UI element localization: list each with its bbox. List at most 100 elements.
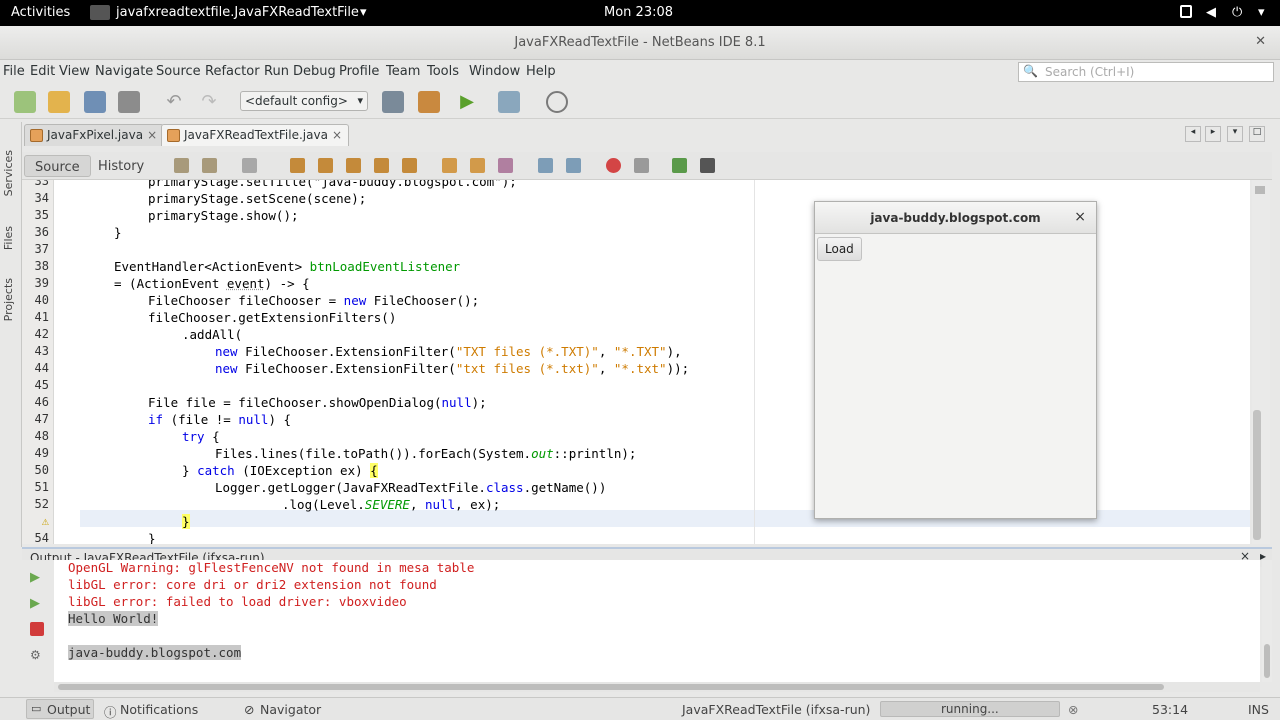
scroll-thumb[interactable] <box>1264 644 1270 678</box>
output-line: java-buddy.blogspot.com <box>68 645 242 660</box>
output-side-toolbar: ▶ ▶ ⚙ <box>22 560 54 682</box>
code-line: = (ActionEvent event) -> { <box>114 276 310 291</box>
menu-navigate[interactable]: Navigate <box>95 64 153 79</box>
find-icon[interactable] <box>290 158 305 173</box>
clean-build-icon[interactable] <box>418 91 440 113</box>
menu-edit[interactable]: Edit <box>30 64 55 79</box>
find-next-icon[interactable] <box>346 158 361 173</box>
new-project-icon[interactable] <box>48 91 70 113</box>
projects-tab[interactable]: Projects <box>2 278 15 321</box>
line-number: 47 <box>34 412 49 426</box>
notifications-tab[interactable]: Notifications <box>120 702 198 717</box>
menu-source[interactable]: Source <box>156 64 201 79</box>
running-task[interactable]: JavaFXReadTextFile (ifxsa-run) <box>682 702 870 717</box>
navigator-tab[interactable]: Navigator <box>260 702 321 717</box>
scroll-left-icon[interactable]: ◂ <box>1185 126 1201 142</box>
scroll-thumb[interactable] <box>1253 410 1261 540</box>
start-macro-icon[interactable] <box>606 158 621 173</box>
output-vertical-scrollbar[interactable] <box>1262 560 1272 682</box>
menu-file[interactable]: File <box>3 64 25 79</box>
progress-bar: running... <box>880 701 1060 717</box>
menu-view[interactable]: View <box>59 64 90 79</box>
code-line: } <box>148 531 156 544</box>
last-edit-icon[interactable] <box>174 158 189 173</box>
search-input[interactable]: Search (Ctrl+I) <box>1045 65 1134 79</box>
close-icon[interactable]: × <box>1074 209 1086 225</box>
build-icon[interactable] <box>382 91 404 113</box>
menu-debug[interactable]: Debug <box>293 64 336 79</box>
tab-javafxpixel[interactable]: JavaFxPixel.java × <box>24 124 165 146</box>
toggle-bookmark-icon[interactable] <box>498 158 513 173</box>
window-title: JavaFXReadTextFile - NetBeans IDE 8.1 <box>514 35 766 50</box>
stop-icon[interactable] <box>30 622 44 636</box>
menu-window[interactable]: Window <box>469 64 520 79</box>
menu-team[interactable]: Team <box>386 64 420 79</box>
redo-icon[interactable]: ↷ <box>198 91 220 113</box>
stop-macro-icon[interactable] <box>634 158 649 173</box>
output-console[interactable]: OpenGL Warning: glFlestFenceNV not found… <box>54 560 1260 682</box>
source-tab[interactable]: Source <box>24 155 91 177</box>
tab-javafxreadtextfile[interactable]: JavaFXReadTextFile.java × <box>161 124 349 146</box>
shift-right-icon[interactable] <box>566 158 581 173</box>
history-tab[interactable]: History <box>88 155 154 177</box>
next-bookmark-icon[interactable] <box>470 158 485 173</box>
javafx-app-window: java-buddy.blogspot.com × Load <box>814 201 1097 519</box>
menu-run[interactable]: Run <box>264 64 289 79</box>
close-icon[interactable]: × <box>147 128 157 142</box>
scroll-thumb[interactable] <box>58 684 1164 690</box>
load-button[interactable]: Load <box>817 237 862 261</box>
code-line: primaryStage.show(); <box>148 208 299 223</box>
code-line: fileChooser.getExtensionFilters() <box>148 310 397 325</box>
app-menu[interactable]: javafxreadtextfile.JavaFXReadTextFile <box>116 5 359 20</box>
back-icon[interactable] <box>202 158 217 173</box>
config-select[interactable]: <default config> ▾ <box>240 91 368 111</box>
toggle-rect-select-icon[interactable] <box>402 158 417 173</box>
prev-bookmark-icon[interactable] <box>442 158 457 173</box>
right-margin-line <box>754 180 755 544</box>
settings-icon[interactable]: ⚙ <box>30 648 41 662</box>
line-number: 49 <box>34 446 49 460</box>
code-line: new FileChooser.ExtensionFilter("TXT fil… <box>215 344 682 359</box>
screen-icon[interactable] <box>1180 5 1192 18</box>
config-value: <default config> <box>245 94 348 108</box>
close-icon[interactable]: ✕ <box>1255 34 1266 49</box>
volume-icon[interactable]: ◀ <box>1206 5 1216 20</box>
run-icon[interactable]: ▶ <box>456 91 478 113</box>
files-tab[interactable]: Files <box>2 226 15 250</box>
comment-icon[interactable] <box>672 158 687 173</box>
services-tab[interactable]: Services <box>2 150 15 196</box>
line-number: 44 <box>34 361 49 375</box>
rerun-icon[interactable]: ▶ <box>30 570 40 585</box>
menu-profile[interactable]: Profile <box>339 64 379 79</box>
editor-vertical-scrollbar[interactable] <box>1252 180 1270 544</box>
close-icon[interactable]: × <box>332 128 342 142</box>
rerun-with-options-icon[interactable]: ▶ <box>30 596 40 611</box>
open-project-icon[interactable] <box>84 91 106 113</box>
line-number: 34 <box>34 191 49 205</box>
menu-help[interactable]: Help <box>526 64 556 79</box>
save-all-icon[interactable] <box>118 91 140 113</box>
warning-icon[interactable]: ⚠ <box>22 514 49 528</box>
uncomment-icon[interactable] <box>700 158 715 173</box>
notifications-icon: ⓘ <box>104 705 117 720</box>
output-window-tab[interactable]: ▭ Output <box>26 699 94 719</box>
power-icon[interactable]: ⏻ <box>1232 5 1242 20</box>
undo-icon[interactable]: ↶ <box>163 91 185 113</box>
forward-icon[interactable] <box>242 158 257 173</box>
debug-icon[interactable] <box>498 91 520 113</box>
scroll-right-icon[interactable]: ▸ <box>1205 126 1221 142</box>
shift-left-icon[interactable] <box>538 158 553 173</box>
cancel-icon[interactable]: ⊗ <box>1068 702 1078 717</box>
chevron-down-icon[interactable]: ▾ <box>1227 126 1243 142</box>
toggle-highlight-icon[interactable] <box>374 158 389 173</box>
new-file-icon[interactable] <box>14 91 36 113</box>
maximize-icon[interactable]: □ <box>1249 126 1265 142</box>
code-line: try { <box>182 429 220 444</box>
profile-icon[interactable] <box>546 91 568 113</box>
menu-tools[interactable]: Tools <box>427 64 459 79</box>
search-box[interactable]: 🔍 Search (Ctrl+I) <box>1018 62 1274 82</box>
find-prev-icon[interactable] <box>318 158 333 173</box>
activities-button[interactable]: Activities <box>11 5 70 20</box>
menu-refactor[interactable]: Refactor <box>205 64 260 79</box>
clock[interactable]: Mon 23:08 <box>604 5 673 20</box>
